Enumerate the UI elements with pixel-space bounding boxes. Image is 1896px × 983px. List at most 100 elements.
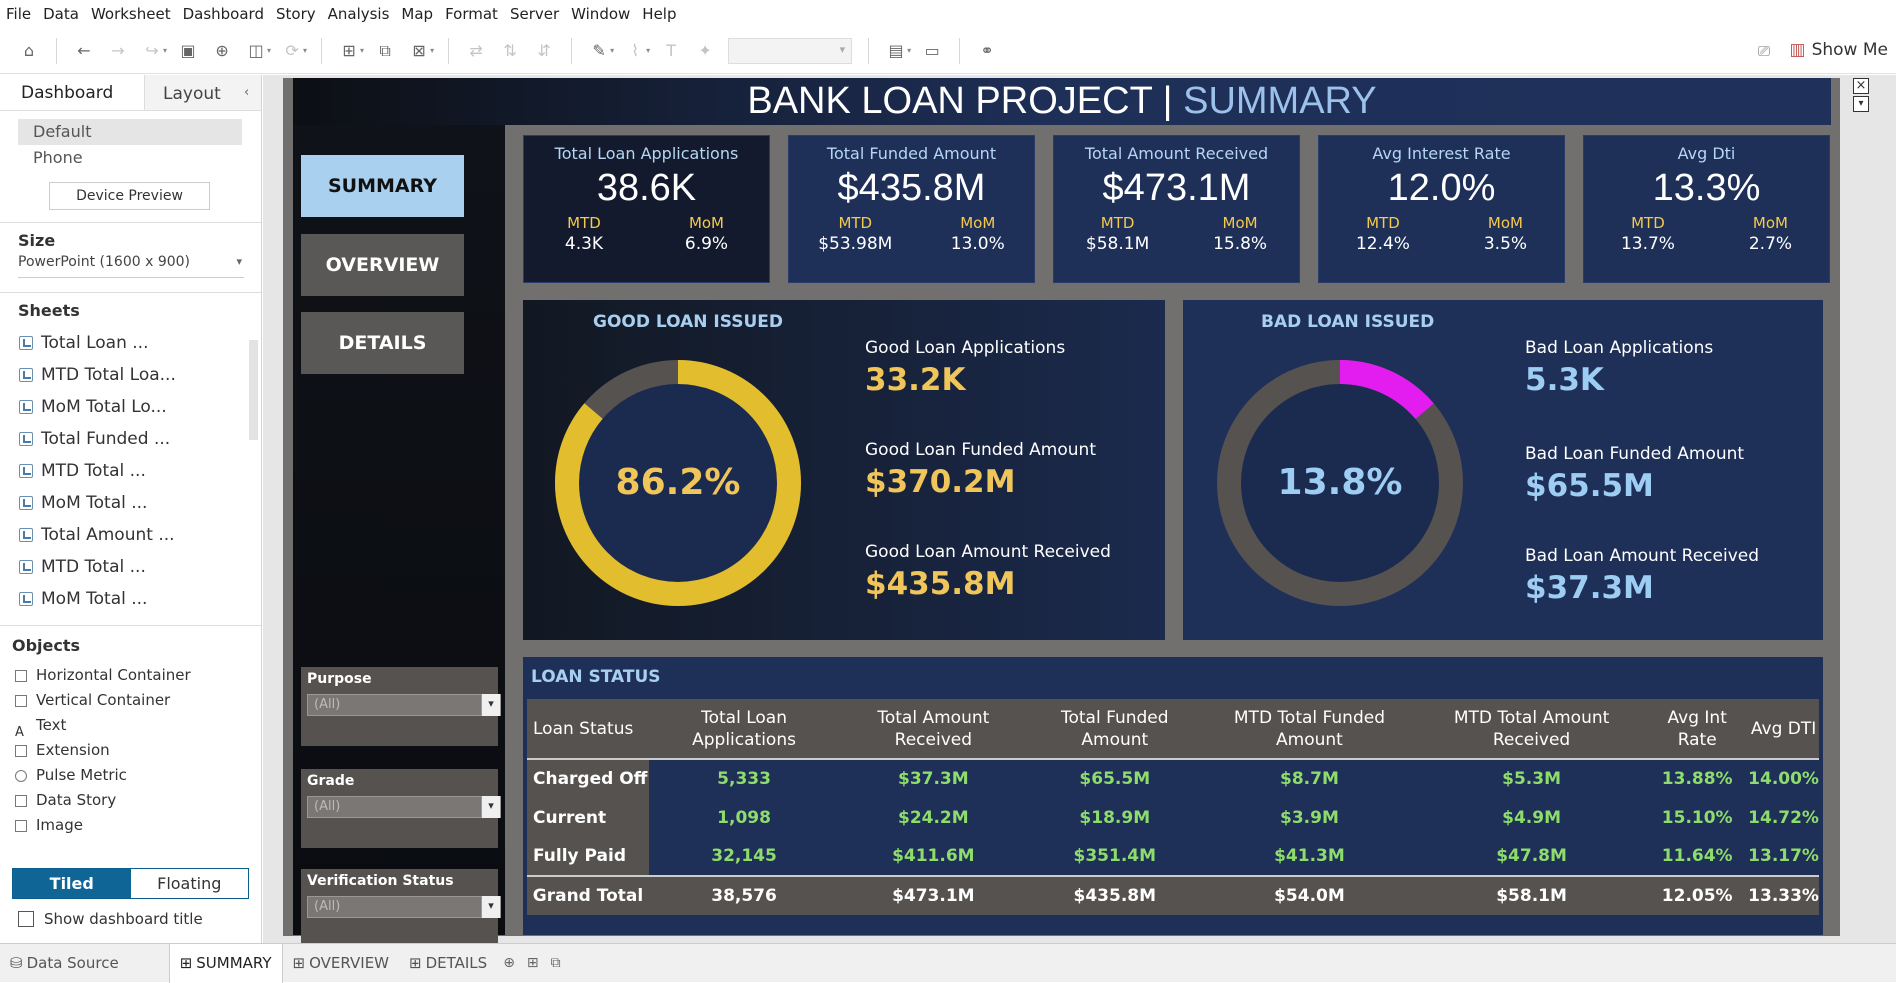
sort-asc-icon[interactable]: ⇅ <box>497 38 523 64</box>
swap-icon[interactable]: ⇄ <box>463 38 489 64</box>
save-icon[interactable]: ▣ <box>175 38 201 64</box>
column-header[interactable]: Total Amount Received <box>839 699 1028 760</box>
object-pulse-metric[interactable]: Pulse Metric <box>0 763 261 788</box>
bad-loan-applications: Bad Loan Applications 5.3K <box>1525 338 1714 398</box>
nav-summary-button[interactable]: SUMMARY <box>301 155 464 217</box>
labels-icon[interactable]: T <box>658 38 684 64</box>
device-phone[interactable]: Phone <box>18 145 242 171</box>
menu-map[interactable]: Map <box>395 5 439 23</box>
sheets-scrollbar[interactable] <box>249 340 258 440</box>
redo-icon[interactable]: → <box>105 38 131 64</box>
tab-dashboard[interactable]: Dashboard <box>0 75 145 110</box>
menu-worksheet[interactable]: Worksheet <box>85 5 177 23</box>
grade-filter: Grade (All) <box>301 769 501 848</box>
tab-overview[interactable]: ⊞ OVERVIEW <box>283 944 399 983</box>
new-dashboard-icon[interactable]: ⊞ <box>521 955 545 971</box>
menu-server[interactable]: Server <box>504 5 565 23</box>
menu-help[interactable]: Help <box>636 5 682 23</box>
column-header[interactable]: Loan Status <box>527 699 649 760</box>
new-story-icon[interactable]: ⧉ <box>545 955 567 971</box>
object-extension[interactable]: Extension <box>0 738 261 763</box>
column-header[interactable]: Avg DTI <box>1748 699 1819 760</box>
grand-total-row[interactable]: Grand Total 38,576 $473.1M $435.8M $54.0M $5… <box>527 875 1819 915</box>
kpi-avg-dti[interactable]: Avg Dti 13.3% MTD 13.7% MoM 2.7% <box>1583 135 1830 283</box>
table-row[interactable]: Charged Off 5,333 $37.3M $65.5M $8.7M $5.3M 1… <box>527 759 1819 798</box>
group-icon[interactable]: ⌇ <box>622 38 648 64</box>
sheet-item[interactable]: MoM Total ... <box>0 583 261 615</box>
sheet-item[interactable]: MTD Total Loa... <box>0 359 261 391</box>
menu-data[interactable]: Data <box>37 5 85 23</box>
worksheet-icon <box>19 528 33 542</box>
object-horizontal-container[interactable]: Horizontal Container <box>0 663 261 688</box>
duplicate-sheet-icon[interactable]: ⧉ <box>372 38 398 64</box>
menu-dashboard[interactable]: Dashboard <box>177 5 270 23</box>
pause-updates-icon[interactable]: ◫ <box>243 38 269 64</box>
menu-format[interactable]: Format <box>439 5 504 23</box>
column-header[interactable]: MTD Total Amount Received <box>1416 699 1647 760</box>
remove-dashboard-object-icon[interactable]: × <box>1853 78 1869 94</box>
new-worksheet-icon[interactable]: ⊕ <box>497 955 521 971</box>
column-header[interactable]: MTD Total Funded Amount <box>1201 699 1417 760</box>
show-title-checkbox[interactable]: Show dashboard title <box>18 910 203 928</box>
grade-select[interactable]: (All) <box>307 796 501 818</box>
kpi-avg-interest-rate[interactable]: Avg Interest Rate 12.0% MTD 12.4% MoM 3.5% <box>1318 135 1565 283</box>
fit-dropdown[interactable] <box>728 37 853 64</box>
show-cards-icon[interactable]: ▤ <box>883 38 909 64</box>
verification-status-select[interactable]: (All) <box>307 896 501 918</box>
tiled-button[interactable]: Tiled <box>13 869 131 898</box>
good-loan-received: Good Loan Amount Received $435.8M <box>865 542 1111 602</box>
tab-summary[interactable]: ⊞ SUMMARY <box>168 943 283 983</box>
kpi-total-loan-applications[interactable]: Total Loan Applications 38.6K MTD 4.3K MoM… <box>523 135 770 283</box>
purpose-select[interactable]: (All) <box>307 694 501 716</box>
refresh-icon[interactable]: ⟳ <box>279 38 305 64</box>
table-row[interactable]: Current 1,098 $24.2M $18.9M $3.9M $4.9M 15.10… <box>527 798 1819 837</box>
presentation-mode-icon[interactable]: ▭ <box>919 38 945 64</box>
pin-icon[interactable]: ✦ <box>692 38 718 64</box>
object-vertical-container[interactable]: Vertical Container <box>0 688 261 713</box>
menu-file[interactable]: File <box>0 5 37 23</box>
nav-overview-button[interactable]: OVERVIEW <box>301 234 464 296</box>
size-dropdown[interactable]: PowerPoint (1600 x 900) <box>18 254 244 278</box>
sheet-item[interactable]: MTD Total ... <box>0 551 261 583</box>
share-icon[interactable]: ⚭ <box>974 38 1000 64</box>
sheet-item[interactable]: Total Funded ... <box>0 423 261 455</box>
menu-analysis[interactable]: Analysis <box>322 5 396 23</box>
collapse-pane-icon[interactable]: ‹ <box>244 85 249 100</box>
highlight-icon[interactable]: ✎ <box>586 38 612 64</box>
show-me-button[interactable]: ▥ Show Me <box>1790 40 1888 60</box>
object-image[interactable]: Image <box>0 813 261 838</box>
tab-data-source[interactable]: ⛁ Data Source <box>0 944 129 983</box>
device-default[interactable]: Default <box>18 119 242 145</box>
device-preview-button[interactable]: Device Preview <box>49 182 210 210</box>
column-header[interactable]: Total Funded Amount <box>1027 699 1202 760</box>
sheet-item[interactable]: Total Loan ... <box>0 327 261 359</box>
table-row[interactable]: Fully Paid 32,145 $411.6M $351.4M $41.3M $47… <box>527 837 1819 876</box>
sort-desc-icon[interactable]: ⇵ <box>531 38 557 64</box>
floating-button[interactable]: Floating <box>130 869 248 898</box>
nav-details-button[interactable]: DETAILS <box>301 312 464 374</box>
home-icon[interactable]: ⌂ <box>16 38 42 64</box>
column-header[interactable]: Avg Int Rate <box>1646 699 1749 760</box>
tab-details[interactable]: ⊞ DETAILS <box>399 944 497 983</box>
kpi-total-funded-amount[interactable]: Total Funded Amount $435.8M MTD $53.98M Mo… <box>788 135 1035 283</box>
object-data-story[interactable]: Data Story <box>0 788 261 813</box>
replay-icon[interactable]: ↪ <box>139 38 165 64</box>
object-text[interactable]: A Text <box>0 713 261 740</box>
new-datasource-icon[interactable]: ⊕ <box>209 38 235 64</box>
menu-window[interactable]: Window <box>565 5 636 23</box>
menu-story[interactable]: Story <box>270 5 322 23</box>
sheet-item[interactable]: Total Amount ... <box>0 519 261 551</box>
kpi-total-amount-received[interactable]: Total Amount Received $473.1M MTD $58.1M M… <box>1053 135 1300 283</box>
format-painter-icon[interactable]: ⎚ <box>1758 42 1770 60</box>
good-loan-donut[interactable]: 86.2% <box>555 360 801 606</box>
verification-status-filter: Verification Status (All) <box>301 869 501 943</box>
new-worksheet-icon[interactable]: ⊞ <box>336 38 362 64</box>
clear-sheet-icon[interactable]: ⊠ <box>406 38 432 64</box>
sheet-item[interactable]: MoM Total ... <box>0 487 261 519</box>
sheet-item[interactable]: MTD Total ... <box>0 455 261 487</box>
sheet-item[interactable]: MoM Total Lo... <box>0 391 261 423</box>
more-options-icon[interactable]: ▾ <box>1853 96 1869 112</box>
bad-loan-donut[interactable]: 13.8% <box>1217 360 1463 606</box>
column-header[interactable]: Total Loan Applications <box>649 699 840 760</box>
undo-icon[interactable]: ← <box>71 38 97 64</box>
